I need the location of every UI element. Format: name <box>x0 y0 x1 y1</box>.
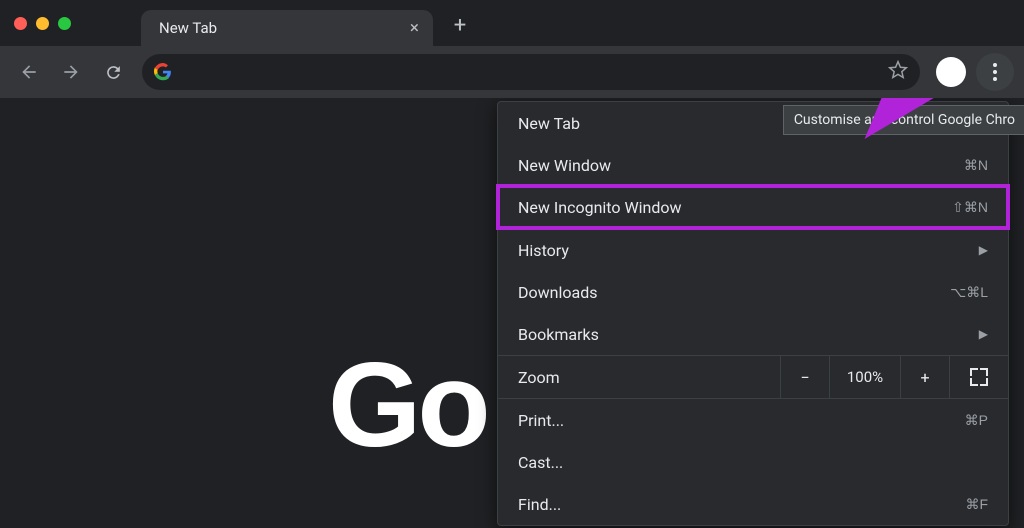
bookmark-star-button[interactable] <box>888 60 908 84</box>
menu-label: New Incognito Window <box>518 198 682 217</box>
menu-item-print[interactable]: Print... ⌘P <box>498 399 1008 441</box>
menu-label: History <box>518 241 569 260</box>
menu-item-bookmarks[interactable]: Bookmarks ▶ <box>498 313 1008 355</box>
menu-item-new-window[interactable]: New Window ⌘N <box>498 144 1008 186</box>
menu-item-zoom: Zoom − 100% + <box>498 356 1008 398</box>
window-controls <box>14 0 71 46</box>
back-button[interactable] <box>10 53 48 91</box>
menu-shortcut: ⇧⌘N <box>952 199 988 216</box>
chrome-main-menu: New Tab ⌘T New Window ⌘N New Incognito W… <box>497 101 1009 526</box>
menu-label: New Tab <box>518 114 580 133</box>
menu-label: New Window <box>518 156 611 175</box>
zoom-value: 100% <box>830 356 901 398</box>
fullscreen-icon <box>971 369 987 385</box>
menu-item-find[interactable]: Find... ⌘F <box>498 483 1008 525</box>
google-favicon-icon <box>154 63 172 81</box>
menu-shortcut: ⌘P <box>965 412 988 429</box>
toolbar <box>0 46 1024 98</box>
menu-label: Zoom <box>518 368 560 387</box>
google-logo: Go <box>328 336 487 474</box>
menu-shortcut: ⌥⌘L <box>950 284 988 301</box>
menu-item-history[interactable]: History ▶ <box>498 229 1008 271</box>
menu-label: Print... <box>518 411 564 430</box>
menu-button-tooltip: Customise and control Google Chro <box>783 105 1024 135</box>
tab-strip: New Tab × + <box>0 0 1024 46</box>
star-icon <box>888 60 908 80</box>
reload-icon <box>104 63 123 82</box>
profile-avatar-button[interactable] <box>936 57 966 87</box>
menu-item-downloads[interactable]: Downloads ⌥⌘L <box>498 271 1008 313</box>
forward-button[interactable] <box>52 53 90 91</box>
menu-label: Bookmarks <box>518 325 599 344</box>
menu-item-cast[interactable]: Cast... <box>498 441 1008 483</box>
close-tab-button[interactable]: × <box>410 18 419 38</box>
minimize-window-button[interactable] <box>36 17 49 30</box>
menu-label: Downloads <box>518 283 597 302</box>
new-tab-button[interactable]: + <box>445 10 475 40</box>
arrow-right-icon <box>61 62 81 82</box>
zoom-in-button[interactable]: + <box>901 356 950 398</box>
menu-item-new-incognito-window[interactable]: New Incognito Window ⇧⌘N <box>498 186 1008 228</box>
reload-button[interactable] <box>94 53 132 91</box>
zoom-out-button[interactable]: − <box>781 356 830 398</box>
browser-tab[interactable]: New Tab × <box>141 10 433 46</box>
menu-shortcut: ⌘F <box>965 496 988 513</box>
fullscreen-button[interactable] <box>950 356 1008 398</box>
maximize-window-button[interactable] <box>58 17 71 30</box>
menu-label: Find... <box>518 495 561 514</box>
address-bar[interactable] <box>142 54 920 90</box>
submenu-arrow-icon: ▶ <box>979 243 988 257</box>
chrome-menu-button[interactable] <box>976 53 1014 91</box>
close-window-button[interactable] <box>14 17 27 30</box>
menu-label: Cast... <box>518 453 563 472</box>
three-dots-icon <box>993 63 997 81</box>
page-content: Go New Tab ⌘T New Window ⌘N New Incognit… <box>0 98 1024 528</box>
zoom-controls: − 100% + <box>780 356 1008 398</box>
tab-title: New Tab <box>159 19 217 37</box>
submenu-arrow-icon: ▶ <box>979 327 988 341</box>
arrow-left-icon <box>19 62 39 82</box>
menu-shortcut: ⌘N <box>964 157 988 174</box>
